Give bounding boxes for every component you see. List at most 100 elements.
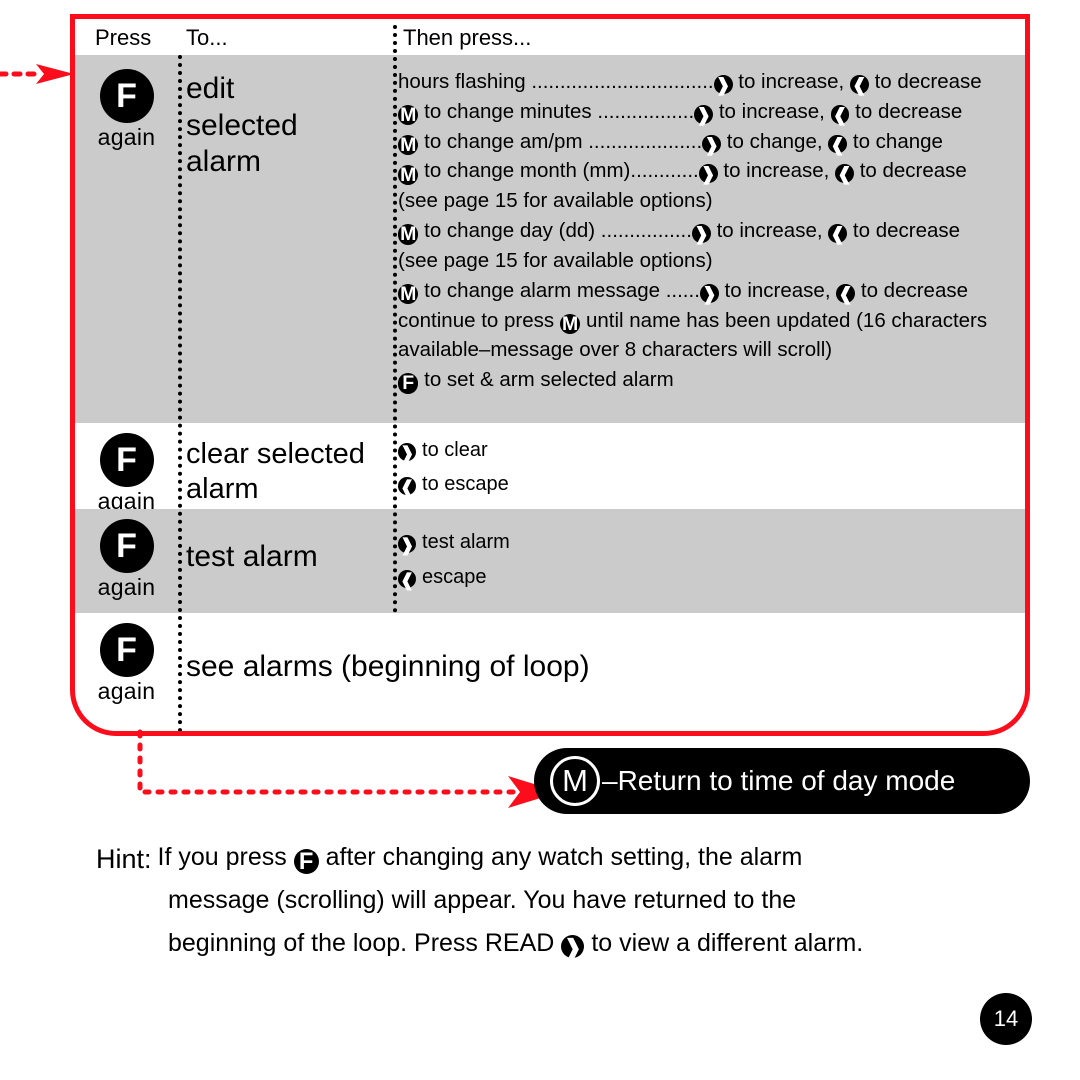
- to-cell: edit selected alarm: [186, 55, 391, 181]
- then-line: M to change month (mm)............ ❱ to i…: [398, 156, 1019, 186]
- then-line-pre: to change am/pm: [424, 129, 589, 153]
- to-cell: test alarm: [186, 509, 391, 576]
- m-button-icon[interactable]: M: [559, 313, 581, 334]
- press-again-label: again: [97, 574, 156, 600]
- loop-back-path: [137, 729, 560, 808]
- then-line: continue to press M until name has been …: [398, 306, 1019, 336]
- return-pill-label: –Return to time of day mode: [602, 765, 956, 796]
- press-cell: F again: [75, 423, 178, 515]
- entry-arrow-icon: [0, 64, 74, 84]
- m-button-icon[interactable]: M: [398, 134, 419, 155]
- f-button-icon[interactable]: F: [293, 849, 319, 874]
- right-arrow-icon[interactable]: ❱: [398, 534, 417, 555]
- then-line-text: to clear: [422, 439, 488, 461]
- to-cell: see alarms (beginning of loop): [186, 650, 590, 683]
- f-button-icon[interactable]: F: [99, 623, 154, 677]
- leader-dots: ......: [665, 278, 700, 302]
- then-line-mid: to increase,: [738, 70, 845, 93]
- m-button-icon[interactable]: M: [398, 104, 419, 126]
- table-row: F again clear selected alarm ❱ to clear …: [75, 423, 1025, 514]
- then-line-pre: to change alarm message: [424, 278, 666, 302]
- then-line-post: to decrease: [860, 278, 968, 302]
- press-again-label: again: [97, 124, 156, 150]
- then-line: M to change am/pm .................... ❱ …: [398, 127, 1019, 157]
- right-arrow-icon[interactable]: ❱: [694, 104, 714, 125]
- left-arrow-icon[interactable]: ❰: [835, 164, 854, 184]
- table-row: F again test alarm ❱ test alarm ❰ escape: [75, 509, 1025, 613]
- hint-line: Hint: If you press F after changing any …: [96, 836, 996, 879]
- right-arrow-icon[interactable]: ❱: [398, 442, 417, 463]
- f-button-icon[interactable]: F: [99, 433, 154, 487]
- then-line-text: to escape: [422, 473, 509, 495]
- press-cell: F again: [75, 509, 178, 601]
- f-button-icon[interactable]: F: [99, 69, 154, 123]
- left-arrow-icon[interactable]: ❰: [398, 476, 417, 497]
- then-line-text: test alarm: [422, 531, 510, 553]
- column-header-then-press: Then press...: [403, 25, 532, 50]
- left-arrow-icon[interactable]: ❰: [836, 283, 856, 304]
- hint-block: Hint: If you press F after changing any …: [96, 836, 996, 965]
- press-cell: F again: [75, 613, 178, 705]
- left-arrow-icon[interactable]: ❰: [828, 223, 848, 244]
- then-line: F to set & arm selected alarm: [398, 365, 1019, 395]
- left-arrow-icon[interactable]: ❰: [830, 104, 850, 125]
- then-line-post: to decrease: [874, 70, 982, 93]
- then-line-mid: to change,: [726, 129, 823, 153]
- hint-text: beginning of the loop. Press READ: [168, 929, 555, 957]
- then-line: M to change alarm message ...... ❱ to inc…: [398, 276, 1019, 306]
- hint-label: Hint:: [96, 844, 152, 874]
- to-line: clear selected: [186, 438, 365, 470]
- column-divider: [393, 25, 397, 613]
- leader-dots: ....................: [588, 129, 703, 153]
- right-arrow-icon[interactable]: ❱: [702, 134, 722, 155]
- then-line-pre: to change minutes: [424, 99, 598, 123]
- f-button-icon[interactable]: F: [398, 372, 419, 394]
- left-arrow-icon[interactable]: ❰: [849, 74, 869, 95]
- then-line-post: to decrease: [855, 99, 963, 123]
- left-arrow-icon[interactable]: ❰: [398, 569, 417, 590]
- m-button-icon[interactable]: M: [398, 223, 419, 245]
- alarm-instruction-table: Press To... Then press... F again edit s…: [70, 14, 1030, 736]
- hint-line: beginning of the loop. Press READ ❱ to v…: [168, 922, 996, 965]
- leader-dots: .................: [597, 99, 695, 123]
- leader-dots: ............: [630, 159, 699, 183]
- to-line: alarm: [186, 145, 262, 179]
- leader-dots: ................................: [531, 70, 714, 93]
- table-row: F again edit selected alarm hours flashi…: [75, 55, 1025, 423]
- then-line: ❱ test alarm: [398, 525, 1019, 560]
- then-line-post: to decrease: [852, 219, 961, 243]
- m-button-icon[interactable]: M: [398, 283, 419, 305]
- then-line-note: (see page 15 for available options): [398, 248, 713, 272]
- column-header-press: Press: [95, 25, 152, 50]
- left-arrow-icon[interactable]: ❰: [828, 134, 848, 155]
- table-row: F again see alarms (beginning of loop): [75, 613, 1025, 731]
- then-line-after: to set & arm selected alarm: [418, 368, 674, 392]
- to-line: selected: [186, 108, 298, 142]
- right-arrow-icon[interactable]: ❱: [691, 223, 711, 244]
- press-again-label: again: [97, 678, 156, 704]
- then-line-after: until name has been updated (16 characte…: [580, 308, 988, 332]
- right-arrow-icon[interactable]: ❱: [698, 164, 718, 184]
- then-line-pre: hours flashing: [398, 70, 532, 93]
- then-line-mid: to increase,: [718, 99, 825, 123]
- right-arrow-icon[interactable]: ❱: [713, 74, 733, 95]
- right-arrow-icon[interactable]: ❱: [699, 283, 719, 304]
- then-line-mid: to increase,: [716, 219, 823, 243]
- column-header-to: To...: [186, 25, 228, 50]
- then-line-post: to change: [852, 129, 943, 153]
- table-header-row: Press To... Then press...: [75, 19, 1025, 55]
- then-line-post: to decrease: [859, 159, 967, 183]
- then-line: ❱ to clear: [398, 433, 1019, 467]
- leader-dots: ................: [600, 219, 692, 243]
- then-line: ❰ to escape: [398, 467, 1019, 501]
- m-button-icon[interactable]: M: [398, 164, 419, 185]
- f-button-icon[interactable]: F: [99, 519, 154, 573]
- then-line-pre: to change day (dd): [424, 219, 601, 243]
- then-line-mid: to increase,: [724, 278, 831, 302]
- then-line: hours flashing .........................…: [398, 67, 1019, 97]
- then-line-mid: to increase,: [723, 159, 830, 183]
- then-line-before: continue to press: [398, 308, 560, 332]
- hint-text: after changing any watch setting, the al…: [325, 843, 803, 871]
- m-button-icon[interactable]: M: [550, 756, 600, 806]
- right-arrow-icon[interactable]: ❱: [561, 934, 585, 960]
